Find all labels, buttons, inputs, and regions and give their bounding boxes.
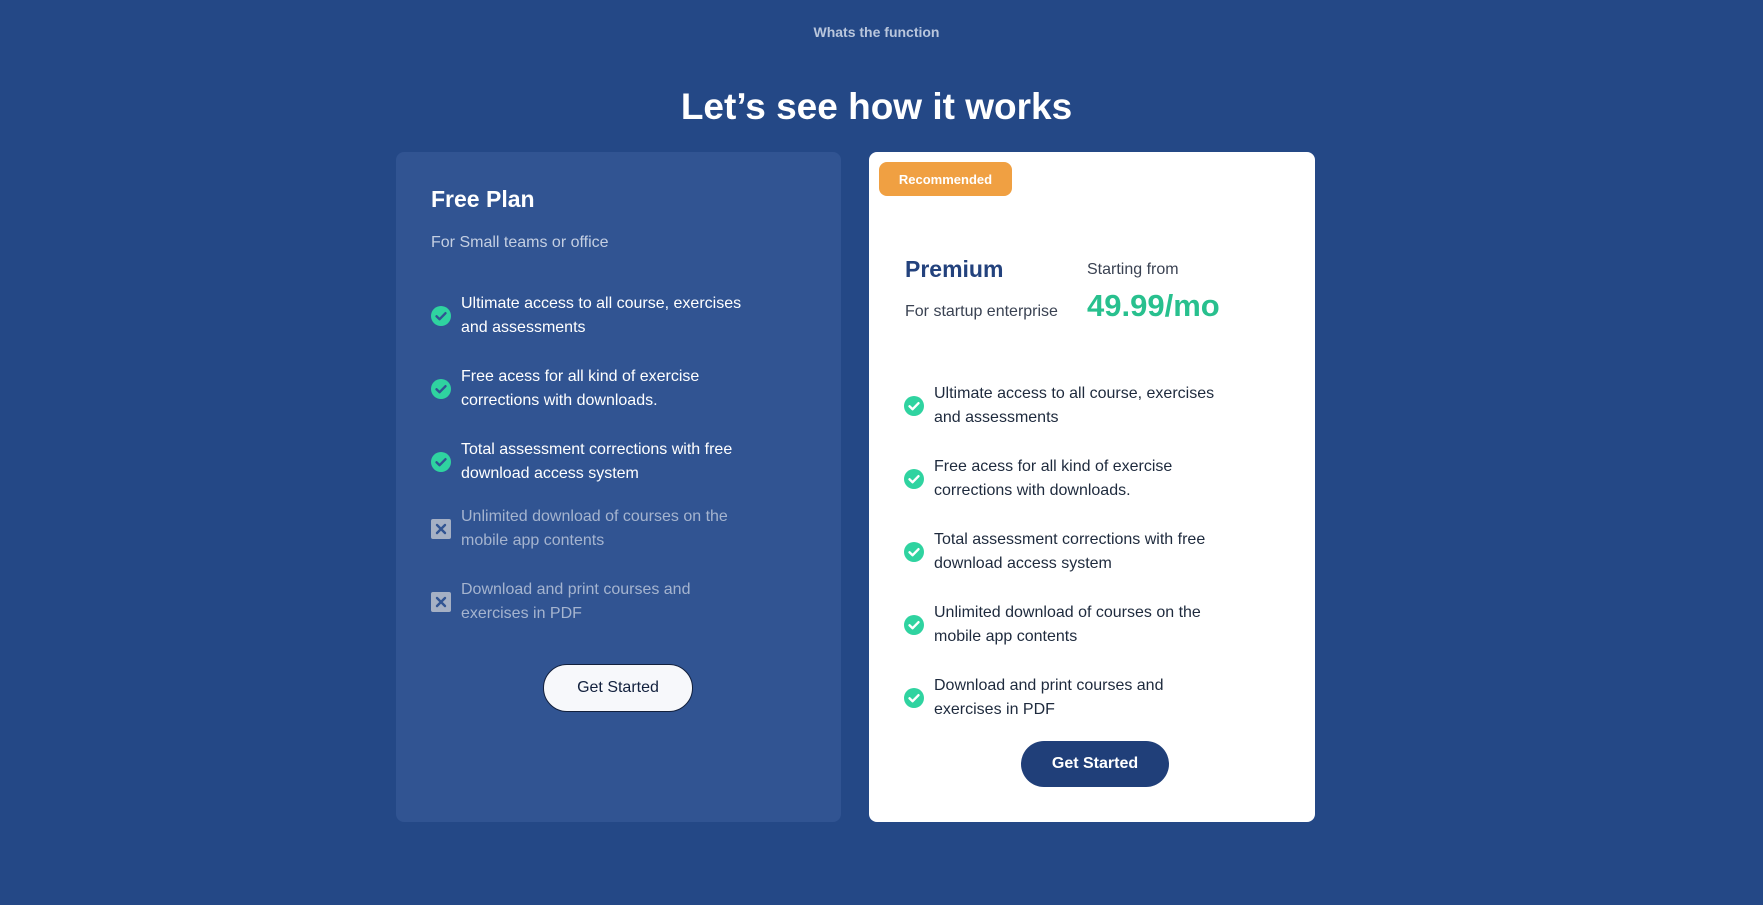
premium-price: 49.99/mo	[1087, 288, 1220, 323]
starting-from-label: Starting from	[1087, 261, 1179, 278]
free-feature-text: Ultimate access to all course, exercises…	[461, 295, 742, 336]
premium-feature-text: Unlimited download of courses on the mob…	[934, 604, 1201, 645]
free-feature-item: Ultimate access to all course, exercises…	[431, 292, 761, 340]
free-feature-text: Unlimited download of courses on the mob…	[461, 508, 728, 549]
check-circle-icon	[904, 615, 924, 635]
check-circle-icon	[904, 688, 924, 708]
premium-feature-item: Download and print courses and exercises…	[904, 674, 1234, 722]
check-circle-icon	[904, 469, 924, 489]
free-feature-item: Total assessment corrections with free d…	[431, 438, 761, 486]
premium-feature-text: Download and print courses and exercises…	[934, 677, 1164, 718]
premium-feature-item: Free acess for all kind of exercise corr…	[904, 455, 1234, 503]
premium-feature-text: Ultimate access to all course, exercises…	[934, 385, 1215, 426]
premium-plan-subtitle: For startup enterprise	[905, 303, 1058, 320]
check-circle-icon	[431, 379, 451, 399]
x-box-icon	[431, 592, 451, 612]
premium-feature-text: Free acess for all kind of exercise corr…	[934, 458, 1173, 499]
section-heading: Let’s see how it works	[680, 86, 1073, 127]
free-plan-title: Free Plan	[431, 186, 535, 212]
free-feature-item-excluded: Download and print courses and exercises…	[431, 578, 761, 626]
check-circle-icon	[431, 452, 451, 472]
free-plan-card: Free Plan For Small teams or office Ulti…	[396, 152, 841, 822]
free-feature-text: Total assessment corrections with free d…	[461, 441, 733, 482]
premium-feature-item: Total assessment corrections with free d…	[904, 528, 1234, 576]
section-eyebrow: Whats the function	[813, 24, 940, 40]
premium-plan-title: Premium	[905, 256, 1004, 282]
premium-feature-item: Ultimate access to all course, exercises…	[904, 382, 1234, 430]
premium-feature-text: Total assessment corrections with free d…	[934, 531, 1206, 572]
premium-plan-card: Recommended Premium For startup enterpri…	[869, 152, 1315, 822]
free-plan-subtitle: For Small teams or office	[431, 234, 609, 251]
free-feature-text: Download and print courses and exercises…	[461, 581, 691, 622]
free-feature-item: Free acess for all kind of exercise corr…	[431, 365, 761, 413]
free-feature-item-excluded: Unlimited download of courses on the mob…	[431, 505, 761, 553]
free-feature-text: Free acess for all kind of exercise corr…	[461, 368, 700, 409]
free-get-started-button[interactable]: Get Started	[543, 664, 693, 712]
check-circle-icon	[431, 306, 451, 326]
check-circle-icon	[904, 542, 924, 562]
premium-feature-item: Unlimited download of courses on the mob…	[904, 601, 1234, 649]
check-circle-icon	[904, 396, 924, 416]
x-box-icon	[431, 519, 451, 539]
recommended-badge: Recommended	[879, 162, 1012, 196]
premium-get-started-button[interactable]: Get Started	[1021, 741, 1169, 787]
